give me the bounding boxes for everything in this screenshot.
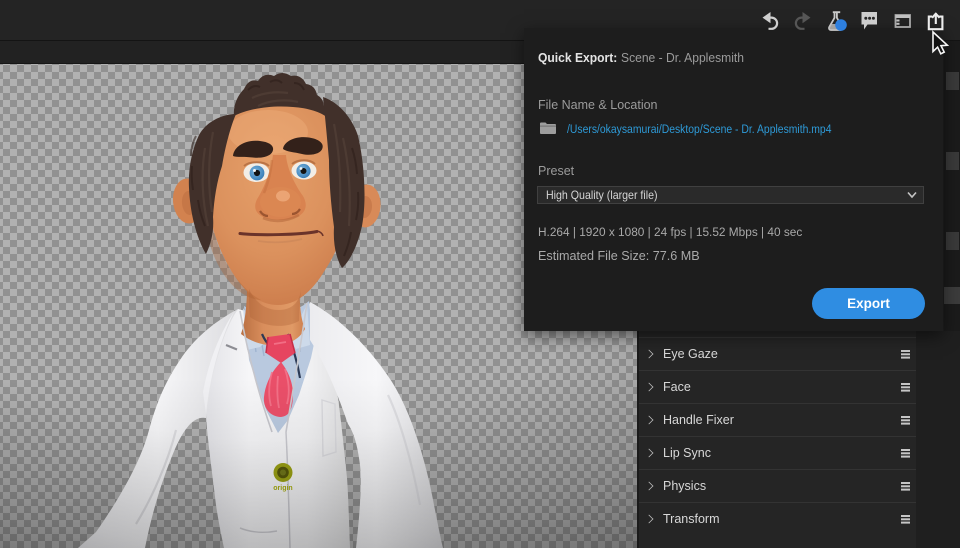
svg-text:origin: origin [273, 485, 292, 492]
